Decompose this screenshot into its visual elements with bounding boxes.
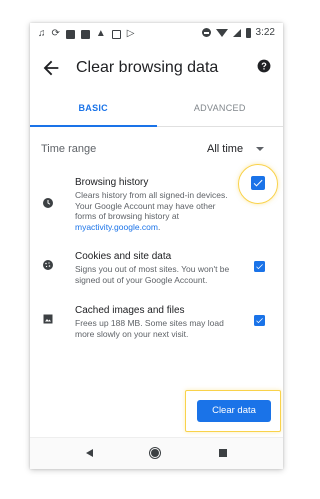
browsing-history-checkbox[interactable]: [251, 176, 265, 190]
option-title: Cookies and site data: [75, 251, 172, 262]
status-bar: ♫ ⟳ ▲ ▷ 3:22: [30, 23, 283, 45]
help-button[interactable]: [257, 59, 271, 73]
nav-recents-icon[interactable]: [219, 449, 227, 457]
notification-icons: ♫ ⟳ ▲ ▷: [38, 28, 135, 40]
nav-back-icon[interactable]: [86, 449, 93, 457]
phone-screen: ♫ ⟳ ▲ ▷ 3:22 Clear browsing data BASIC A…: [30, 23, 283, 469]
image-icon: [80, 29, 90, 39]
play-store-icon: ▷: [126, 28, 135, 39]
cookie-icon: [43, 260, 53, 270]
arrow-back-icon: [43, 60, 59, 76]
check-icon: [253, 179, 263, 187]
warning-icon: ▲: [95, 28, 106, 39]
time-range-label: Time range: [41, 143, 97, 155]
help-icon: [257, 59, 271, 73]
option-description-text: Clears history from all signed-in device…: [75, 190, 228, 221]
option-cached-images[interactable]: Cached images and files Frees up 188 MB.…: [30, 299, 283, 343]
option-description: Signs you out of most sites. You won't b…: [75, 264, 230, 285]
option-description-suffix: .: [157, 221, 161, 232]
option-description: Frees up 188 MB. Some sites may load mor…: [75, 318, 224, 339]
music-icon: ♫: [38, 28, 46, 39]
cached-images-checkbox[interactable]: [254, 315, 265, 326]
sync-icon: ⟳: [51, 28, 60, 39]
clear-data-highlight: Clear data: [185, 390, 281, 432]
image-icon: [43, 314, 53, 324]
cookies-checkbox[interactable]: [254, 261, 265, 272]
option-description: Clears history from all signed-in device…: [75, 190, 235, 232]
app-bar: Clear browsing data: [30, 45, 283, 91]
history-clock-icon: [43, 198, 53, 208]
system-icons: 3:22: [201, 27, 275, 38]
wifi-icon: [215, 28, 228, 37]
time-range-value: All time: [207, 143, 244, 155]
battery-icon: [245, 27, 251, 38]
tab-basic[interactable]: BASIC: [30, 91, 157, 127]
do-not-disturb-icon: [201, 28, 211, 37]
signal-icon: [232, 28, 241, 37]
clear-data-button[interactable]: Clear data: [197, 400, 271, 422]
dropdown-caret-icon: [256, 147, 264, 151]
tab-advanced[interactable]: ADVANCED: [157, 91, 284, 126]
myactivity-link[interactable]: myactivity.google.com: [75, 222, 158, 232]
pause-icon: [65, 29, 75, 39]
check-icon: [256, 318, 263, 324]
system-nav-bar: [30, 437, 283, 469]
check-icon: [256, 264, 263, 270]
nav-home-icon[interactable]: [149, 447, 161, 459]
status-time: 3:22: [255, 27, 275, 38]
android-icon: [111, 29, 121, 39]
page-title: Clear browsing data: [76, 59, 219, 76]
tab-bar: BASIC ADVANCED: [30, 91, 283, 127]
option-cookies-site-data[interactable]: Cookies and site data Signs you out of m…: [30, 245, 283, 289]
back-button[interactable]: [40, 57, 62, 79]
option-title: Browsing history: [75, 177, 149, 188]
option-title: Cached images and files: [75, 305, 185, 316]
time-range-selector[interactable]: Time range All time: [30, 127, 283, 171]
